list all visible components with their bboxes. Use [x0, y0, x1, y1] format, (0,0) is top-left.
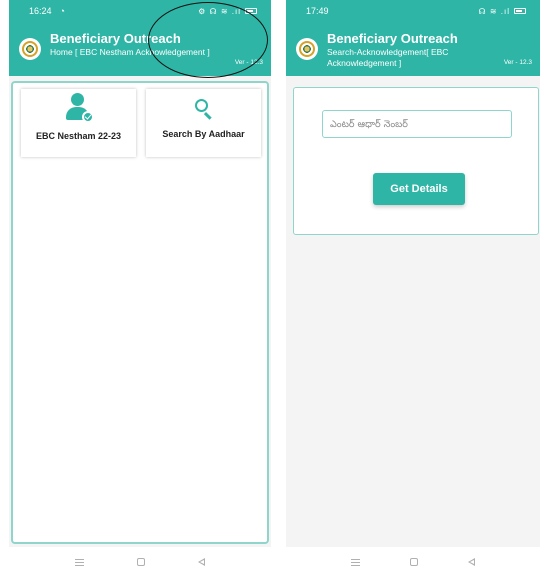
version-label: Ver - 12.3 [503, 59, 532, 66]
app-subtitle-line2: Acknowledgement ] [327, 57, 402, 68]
menu-panel: EBC Nestham 22-23 Search By Aadhaar [11, 81, 269, 544]
highlight-oval [148, 2, 268, 78]
home-icon[interactable] [136, 558, 145, 566]
system-nav-bar [9, 547, 271, 577]
home-screen: 16:24 ◔ ⚙ ☊ ≋ .ıl Beneficiary Outreach H… [9, 0, 271, 577]
home-icon[interactable] [410, 558, 418, 566]
system-nav-bar [286, 547, 540, 577]
battery-icon [514, 8, 526, 14]
tile-label: EBC Nestham 22-23 [35, 131, 122, 141]
search-icon [193, 97, 215, 120]
app-bar: Beneficiary Outreach Search-Acknowledgem… [286, 22, 540, 76]
status-icons: ☊ ≋ .ıl [478, 6, 510, 16]
status-time: 16:24 [29, 6, 52, 16]
search-screen: 17:49 ☊ ≋ .ıl Beneficiary Outreach Searc… [286, 0, 540, 577]
app-title: Beneficiary Outreach [327, 31, 458, 46]
menu-icon[interactable] [75, 558, 85, 566]
back-icon[interactable] [468, 558, 475, 566]
menu-icon[interactable] [351, 558, 360, 566]
emblem-logo-icon [296, 38, 318, 60]
user-check-icon [64, 93, 94, 125]
notification-icon: ◔ [59, 6, 65, 16]
aadhaar-input[interactable] [322, 110, 512, 138]
search-card: Get Details [293, 87, 539, 235]
emblem-logo-icon [19, 38, 41, 60]
tile-search-by-aadhaar[interactable]: Search By Aadhaar [146, 89, 261, 157]
app-subtitle-line1: Search-Acknowledgement[ EBC [327, 46, 449, 57]
tile-ebc-nestham[interactable]: EBC Nestham 22-23 [21, 89, 136, 157]
status-time: 17:49 [306, 6, 329, 16]
tile-label: Search By Aadhaar [162, 129, 245, 139]
get-details-button[interactable]: Get Details [373, 173, 465, 205]
back-icon[interactable] [197, 558, 205, 566]
status-bar: 17:49 ☊ ≋ .ıl [286, 0, 540, 22]
